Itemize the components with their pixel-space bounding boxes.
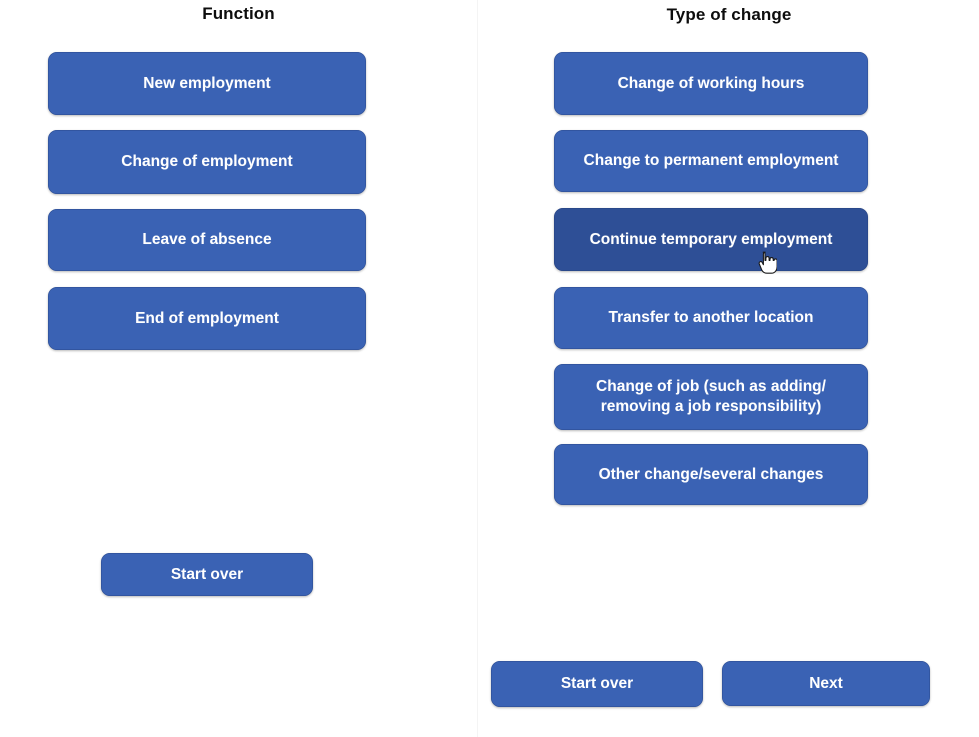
option-leave-of-absence[interactable]: Leave of absence: [48, 209, 366, 271]
option-end-of-employment[interactable]: End of employment: [48, 287, 366, 350]
option-change-of-job[interactable]: Change of job (such as adding/ removing …: [554, 364, 868, 430]
type-of-change-start-over-button[interactable]: Start over: [491, 661, 703, 707]
option-change-to-permanent-employment-label: Change to permanent employment: [583, 152, 839, 170]
option-continue-temporary-employment-label: Continue temporary employment: [589, 230, 833, 248]
option-end-of-employment-label: End of employment: [135, 309, 279, 327]
option-other-change-several-changes[interactable]: Other change/several changes: [554, 444, 868, 505]
next-button-label: Next: [809, 674, 843, 692]
option-change-of-employment-label: Change of employment: [121, 153, 293, 171]
option-change-of-working-hours-label: Change of working hours: [617, 74, 805, 92]
function-start-over-button[interactable]: Start over: [101, 553, 313, 596]
option-other-change-several-changes-label: Other change/several changes: [598, 465, 824, 483]
option-change-of-employment[interactable]: Change of employment: [48, 130, 366, 194]
option-continue-temporary-employment[interactable]: Continue temporary employment: [554, 208, 868, 271]
next-button[interactable]: Next: [722, 661, 930, 706]
type-of-change-start-over-label: Start over: [560, 675, 634, 692]
type-of-change-panel-title: Type of change: [666, 5, 792, 24]
option-change-of-job-label: Change of job (such as adding/ removing …: [596, 378, 826, 415]
option-leave-of-absence-label: Leave of absence: [142, 231, 272, 249]
function-panel-title: Function: [202, 4, 275, 23]
option-new-employment-label: New employment: [143, 74, 271, 92]
option-new-employment[interactable]: New employment: [48, 52, 366, 115]
option-change-to-permanent-employment[interactable]: Change to permanent employment: [554, 130, 868, 192]
option-transfer-to-another-location[interactable]: Transfer to another location: [554, 287, 868, 349]
function-start-over-label: Start over: [170, 565, 244, 583]
option-change-of-working-hours[interactable]: Change of working hours: [554, 52, 868, 115]
option-transfer-to-another-location-label: Transfer to another location: [608, 309, 814, 327]
function-panel: Function New employment Change of employ…: [0, 0, 477, 737]
